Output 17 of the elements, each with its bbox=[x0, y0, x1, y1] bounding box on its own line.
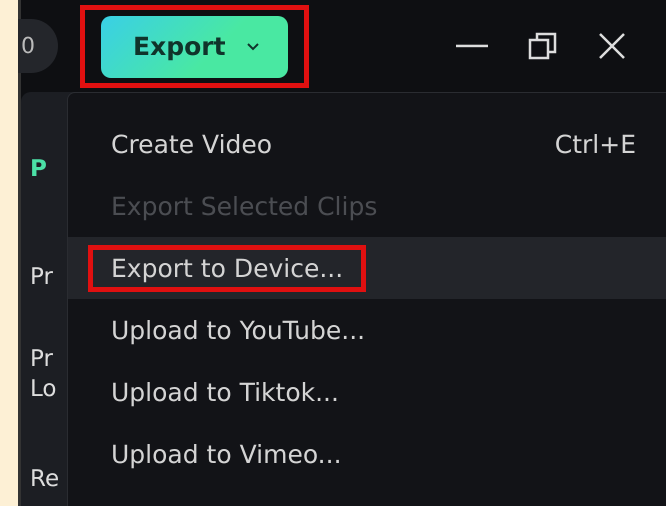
count-badge: 0 bbox=[18, 19, 58, 73]
menu-item[interactable]: Upload to Tiktok... bbox=[88, 368, 362, 416]
menu-item[interactable]: Export to Device... bbox=[88, 244, 366, 292]
close-button[interactable] bbox=[598, 32, 626, 60]
export-button[interactable]: Export bbox=[101, 16, 288, 78]
panel-label: P bbox=[30, 155, 48, 184]
shortcut-label: Ctrl+E bbox=[554, 130, 636, 158]
menu-item[interactable]: Upload to Vimeo... bbox=[88, 430, 365, 478]
menu-item[interactable]: Upload to YouTube... bbox=[88, 306, 388, 354]
chevron-down-icon bbox=[246, 42, 260, 51]
restore-button[interactable] bbox=[528, 31, 558, 61]
panel-label: Re bbox=[30, 465, 60, 494]
menu-item[interactable]: Create Video bbox=[88, 120, 296, 168]
panel-label: Pr bbox=[30, 263, 54, 292]
panel-label: Pr bbox=[30, 345, 54, 374]
panel-label: Lo bbox=[30, 375, 58, 404]
minimize-button[interactable] bbox=[456, 44, 488, 48]
